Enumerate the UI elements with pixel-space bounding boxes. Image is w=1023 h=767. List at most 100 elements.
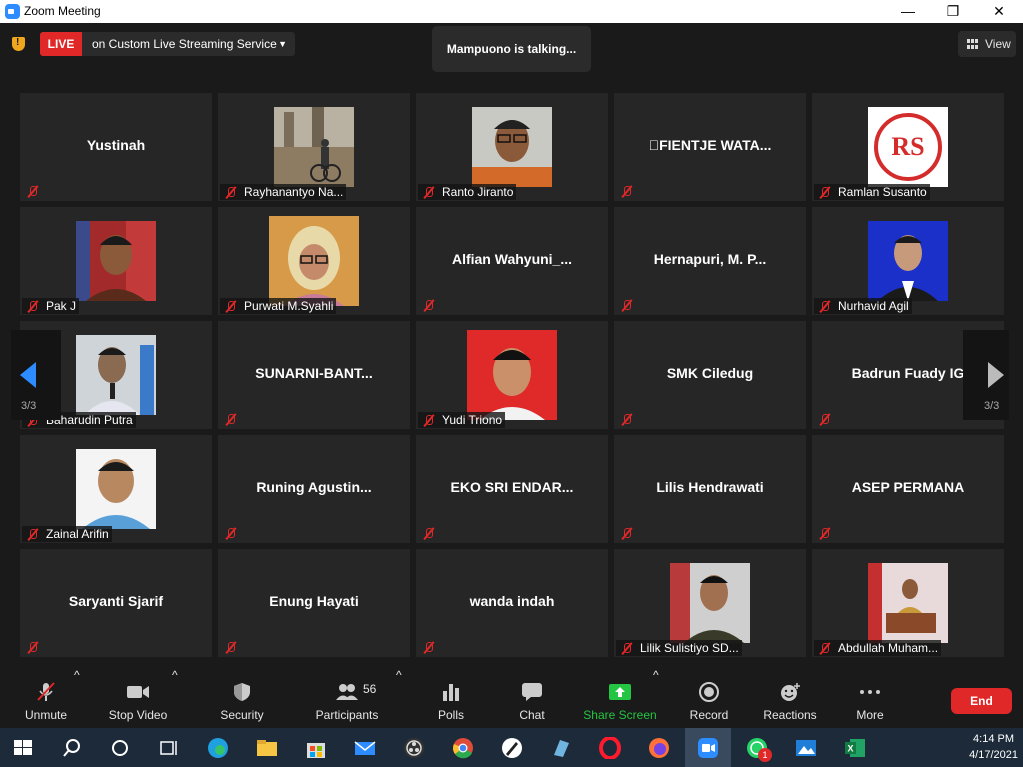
muted-mic-icon	[27, 300, 39, 312]
more-button[interactable]: More	[845, 668, 895, 728]
taskbar-search-button[interactable]	[49, 728, 95, 767]
participant-tile[interactable]: Alfian Wahyuni_...	[416, 207, 608, 315]
encryption-shield-icon[interactable]	[12, 37, 25, 51]
reactions-button[interactable]: Reactions	[759, 668, 821, 728]
view-button[interactable]: View	[958, 31, 1016, 57]
taskbar-file-explorer[interactable]	[244, 728, 290, 767]
taskbar-firefox[interactable]	[636, 728, 682, 767]
record-button[interactable]: Record	[684, 668, 734, 728]
page-indicator-left: 3/3	[21, 400, 37, 412]
zoom-app-icon	[698, 738, 718, 758]
previous-page-button[interactable]: 3/3	[11, 330, 61, 420]
system-clock[interactable]: 4:14 PM 4/17/2021	[969, 731, 1018, 763]
participant-photo	[868, 221, 948, 301]
participant-label: Pak J	[22, 298, 80, 314]
participant-tile[interactable]: Lilik Sulistiyo SD...	[614, 549, 806, 657]
taskbar-obs[interactable]	[391, 728, 437, 767]
participants-button[interactable]: 56 Participants	[312, 668, 382, 728]
more-label: More	[856, 708, 884, 722]
chat-button[interactable]: Chat	[507, 668, 557, 728]
participant-tile[interactable]: Saryanti Sjarif	[20, 549, 212, 657]
participant-tile[interactable]: EKO SRI ENDAR...	[416, 435, 608, 543]
taskbar-edge[interactable]	[195, 728, 241, 767]
muted-mic-icon	[225, 641, 237, 653]
share-screen-label: Share Screen	[583, 708, 657, 722]
audio-options-chevron-icon[interactable]: ^	[74, 668, 80, 728]
participant-tile[interactable]: Hernapuri, M. P...	[614, 207, 806, 315]
participant-tile[interactable]: Abdullah Muham...	[812, 549, 1004, 657]
participant-tile[interactable]: Lilis Hendrawati	[614, 435, 806, 543]
live-streaming-dropdown[interactable]: on Custom Live Streaming Service ▼	[82, 32, 295, 56]
participant-tile[interactable]: Nurhavid Agil	[812, 207, 1004, 315]
muted-mic-icon	[621, 527, 633, 539]
participant-name: Saryanti Sjarif	[68, 593, 164, 609]
participant-name: Ranto Jiranto	[442, 185, 514, 199]
svg-text:X: X	[847, 744, 853, 754]
participant-tile[interactable]: SMK Ciledug	[614, 321, 806, 429]
polls-icon	[443, 684, 459, 701]
muted-mic-icon	[225, 300, 237, 312]
taskbar-opera[interactable]	[587, 728, 633, 767]
task-view-button[interactable]	[145, 728, 191, 767]
notification-badge: 1	[758, 748, 772, 762]
close-button[interactable]: ✕	[976, 0, 1022, 23]
start-button[interactable]	[0, 728, 46, 767]
participant-label: Yudi Triono	[418, 412, 506, 428]
participant-photo	[76, 335, 156, 415]
video-options-chevron-icon[interactable]: ^	[172, 668, 178, 728]
polls-button[interactable]: Polls	[426, 668, 476, 728]
search-icon	[63, 739, 80, 757]
participant-tile[interactable]: Yustinah	[20, 93, 212, 201]
chrome-icon	[453, 738, 473, 759]
taskbar-excel[interactable]: X	[832, 728, 878, 767]
share-screen-icon	[609, 684, 631, 700]
participant-tile[interactable]: Rayhanantyo Na...	[218, 93, 410, 201]
participant-name:  FIENTJE WATA...	[648, 137, 772, 153]
participant-name: Lilik Sulistiyo SD...	[640, 641, 739, 655]
taskbar-store[interactable]	[293, 728, 339, 767]
taskbar-chrome[interactable]	[440, 728, 486, 767]
participant-tile[interactable]: Purwati M.Syahli	[218, 207, 410, 315]
share-screen-button[interactable]: Share Screen	[582, 668, 658, 728]
windows-taskbar: 1 X 4:14 PM 4/17/2021	[0, 728, 1023, 767]
maximize-button[interactable]: ❐	[930, 0, 976, 23]
cortana-button[interactable]	[97, 728, 143, 767]
chevron-right-icon	[988, 362, 1004, 388]
participant-tile[interactable]: Enung Hayati	[218, 549, 410, 657]
participant-name: Lilis Hendrawati	[656, 479, 764, 495]
taskbar-app-blue[interactable]	[538, 728, 584, 767]
next-page-button[interactable]: 3/3	[963, 330, 1009, 420]
taskbar-inkscape[interactable]	[489, 728, 535, 767]
security-button[interactable]: Security	[212, 668, 272, 728]
taskbar-photos[interactable]	[783, 728, 829, 767]
participant-name: EKO SRI ENDAR...	[450, 479, 574, 495]
taskbar-whatsapp[interactable]: 1	[734, 728, 780, 767]
participant-tile[interactable]: Pak J	[20, 207, 212, 315]
minimize-button[interactable]: —	[885, 0, 931, 23]
reactions-label: Reactions	[763, 708, 817, 722]
store-bag-icon	[307, 743, 325, 758]
participant-name: Zainal Arifin	[46, 527, 109, 541]
taskbar-zoom[interactable]	[685, 728, 731, 767]
participants-options-chevron-icon[interactable]: ^	[396, 668, 402, 728]
muted-mic-icon	[423, 641, 435, 653]
meeting-topbar: LIVE on Custom Live Streaming Service ▼ …	[0, 23, 1023, 85]
cortana-circle-icon	[112, 740, 128, 756]
clock-date: 4/17/2021	[969, 749, 1018, 761]
end-meeting-button[interactable]: End	[951, 688, 1012, 714]
participant-tile[interactable]: SUNARNI-BANT...	[218, 321, 410, 429]
participant-tile[interactable]: wanda indah	[416, 549, 608, 657]
participant-name: Hernapuri, M. P...	[653, 251, 767, 267]
muted-mic-icon	[819, 300, 831, 312]
stop-video-button[interactable]: Stop Video	[102, 668, 174, 728]
taskbar-mail[interactable]	[342, 728, 388, 767]
participant-tile[interactable]: Runing Agustin...	[218, 435, 410, 543]
participant-tile[interactable]:  FIENTJE WATA...	[614, 93, 806, 201]
participant-tile[interactable]: Zainal Arifin	[20, 435, 212, 543]
participant-tile[interactable]: RS Ramlan Susanto	[812, 93, 1004, 201]
unmute-button[interactable]: Unmute	[16, 668, 76, 728]
share-options-chevron-icon[interactable]: ^	[653, 668, 659, 728]
participant-tile[interactable]: Ranto Jiranto	[416, 93, 608, 201]
participant-tile[interactable]: Yudi Triono	[416, 321, 608, 429]
participant-tile[interactable]: ASEP PERMANA	[812, 435, 1004, 543]
